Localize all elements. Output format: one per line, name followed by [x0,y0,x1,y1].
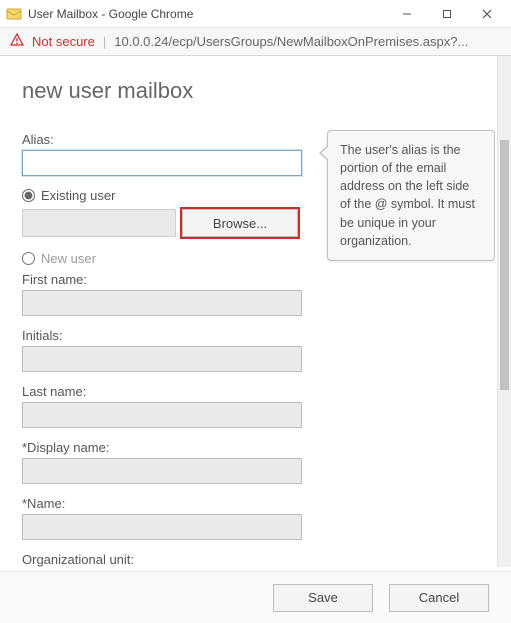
initials-field: Initials: [22,328,469,372]
page-viewport: new user mailbox Alias: Existing user Br… [0,56,511,623]
page-title: new user mailbox [22,78,469,104]
name-label: *Name: [22,496,469,511]
app-icon [6,6,22,22]
first-name-label: First name: [22,272,469,287]
address-url[interactable]: 10.0.0.24/ecp/UsersGroups/NewMailboxOnPr… [114,34,501,49]
name-input[interactable] [22,514,302,540]
warning-icon [10,33,24,50]
last-name-field: Last name: [22,384,469,428]
alias-help-text: The user's alias is the portion of the e… [340,143,475,248]
existing-user-browse-button[interactable]: Browse... [182,209,298,237]
not-secure-label[interactable]: Not secure [32,34,95,49]
scrollbar-thumb[interactable] [500,140,509,390]
alias-input[interactable] [22,150,302,176]
first-name-field: First name: [22,272,469,316]
window-titlebar: User Mailbox - Google Chrome [0,0,511,28]
new-user-radio[interactable] [22,252,35,265]
last-name-label: Last name: [22,384,469,399]
cancel-button[interactable]: Cancel [389,584,489,612]
name-field: *Name: [22,496,469,540]
display-name-field: *Display name: [22,440,469,484]
existing-user-label: Existing user [41,188,115,203]
dialog-footer: Save Cancel [0,571,511,623]
minimize-button[interactable] [387,2,427,26]
initials-label: Initials: [22,328,469,343]
page-content: new user mailbox Alias: Existing user Br… [0,56,495,567]
address-bar: Not secure | 10.0.0.24/ecp/UsersGroups/N… [0,28,511,56]
new-user-label: New user [41,251,96,266]
close-button[interactable] [467,2,507,26]
alias-help-callout: The user's alias is the portion of the e… [327,130,495,261]
org-unit-field: Organizational unit: Browse... [22,552,469,567]
display-name-label: *Display name: [22,440,469,455]
existing-user-display [22,209,176,237]
last-name-input[interactable] [22,402,302,428]
display-name-input[interactable] [22,458,302,484]
org-unit-label: Organizational unit: [22,552,469,567]
addr-separator: | [103,34,106,49]
maximize-button[interactable] [427,2,467,26]
window-control-buttons [387,2,507,26]
save-button[interactable]: Save [273,584,373,612]
first-name-input[interactable] [22,290,302,316]
new-user-fields: First name: Initials: Last name: *Displa… [22,272,469,567]
window-title: User Mailbox - Google Chrome [28,7,387,21]
existing-user-radio[interactable] [22,189,35,202]
scrollbar-track[interactable] [497,56,511,567]
initials-input[interactable] [22,346,302,372]
